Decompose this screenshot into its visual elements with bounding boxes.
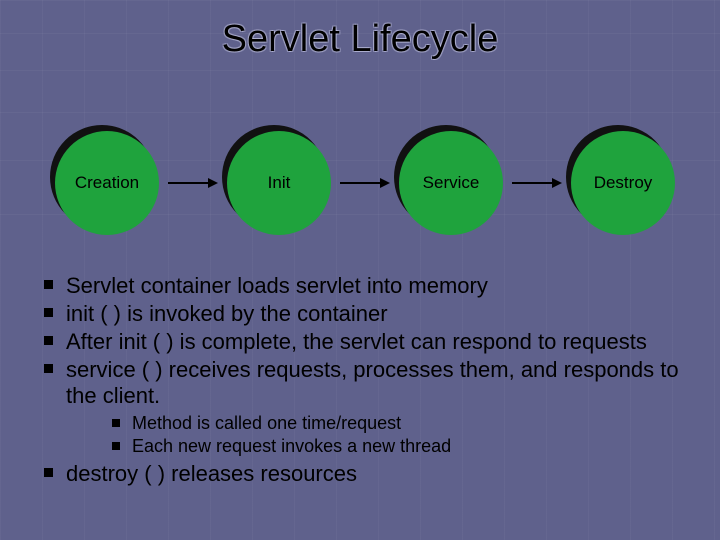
arrow-icon <box>340 182 390 184</box>
bullet-item: service ( ) receives requests, processes… <box>40 357 680 457</box>
arrow-icon <box>168 182 218 184</box>
slide-title: Servlet Lifecycle <box>0 18 720 61</box>
node-circle: Destroy <box>571 131 675 235</box>
bullet-square-icon <box>44 468 53 477</box>
bullet-text: Each new request invokes a new thread <box>132 436 451 456</box>
stage-label: Service <box>423 173 480 193</box>
bullet-text: After init ( ) is complete, the servlet … <box>66 329 647 354</box>
bullet-text: Servlet container loads servlet into mem… <box>66 273 488 298</box>
sub-bullet-item: Each new request invokes a new thread <box>110 436 680 457</box>
bullet-text: service ( ) receives requests, processes… <box>66 357 679 408</box>
bullet-text: init ( ) is invoked by the container <box>66 301 388 326</box>
bullet-square-icon <box>112 442 120 450</box>
bullet-text: destroy ( ) releases resources <box>66 461 357 486</box>
bullet-square-icon <box>112 419 120 427</box>
node-circle: Service <box>399 131 503 235</box>
sub-bullet-item: Method is called one time/request <box>110 413 680 434</box>
bullet-item: init ( ) is invoked by the container <box>40 301 680 327</box>
bullet-square-icon <box>44 336 53 345</box>
node-circle: Creation <box>55 131 159 235</box>
node-circle: Init <box>227 131 331 235</box>
stage-node-creation: Creation <box>55 131 159 235</box>
stage-node-service: Service <box>399 131 503 235</box>
arrow-icon <box>512 182 562 184</box>
stage-node-destroy: Destroy <box>571 131 675 235</box>
bullet-item: Servlet container loads servlet into mem… <box>40 273 680 299</box>
stage-label: Init <box>268 173 291 193</box>
stage-label: Creation <box>75 173 139 193</box>
bullet-list: Servlet container loads servlet into mem… <box>40 273 680 489</box>
lifecycle-stages: Creation Init Service Dest <box>55 128 675 238</box>
stage-label: Destroy <box>594 173 653 193</box>
bullet-square-icon <box>44 308 53 317</box>
stage-node-init: Init <box>227 131 331 235</box>
bullet-square-icon <box>44 364 53 373</box>
bullet-text: Method is called one time/request <box>132 413 401 433</box>
bullet-square-icon <box>44 280 53 289</box>
slide: Servlet Lifecycle Creation Init Service <box>0 0 720 540</box>
bullet-item: After init ( ) is complete, the servlet … <box>40 329 680 355</box>
bullet-item: destroy ( ) releases resources <box>40 461 680 487</box>
